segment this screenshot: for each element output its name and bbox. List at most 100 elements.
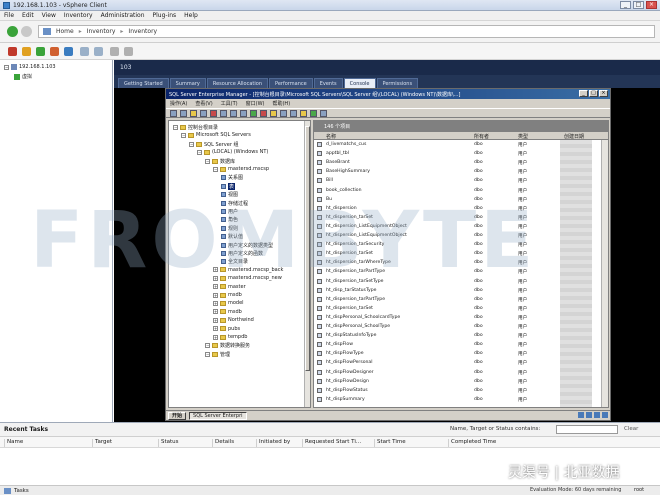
- home-icon[interactable]: [43, 28, 51, 35]
- expand-icon[interactable]: −: [181, 132, 186, 138]
- expand-icon[interactable]: +: [213, 284, 218, 290]
- tab-console[interactable]: Console: [343, 78, 376, 88]
- table-row[interactable]: ht_dispPersonal_SchoolType dbo 用户: [314, 323, 602, 331]
- menu-inventory[interactable]: Inventory: [64, 12, 93, 19]
- close-button[interactable]: ×: [646, 1, 657, 9]
- delete-icon[interactable]: [210, 109, 217, 117]
- clear-button[interactable]: Clear: [624, 426, 638, 432]
- tab-getting-started[interactable]: Getting Started: [118, 78, 169, 88]
- expand-icon[interactable]: +: [213, 334, 218, 340]
- maximize-button[interactable]: □: [633, 1, 644, 9]
- column-owner[interactable]: 所有者: [474, 133, 489, 140]
- new-table-icon[interactable]: [270, 109, 277, 117]
- migrate-icon[interactable]: [124, 47, 133, 56]
- tree-node[interactable]: + Northwind: [213, 317, 254, 323]
- power-on-icon[interactable]: [36, 47, 45, 56]
- sql-close-button[interactable]: ×: [599, 90, 608, 97]
- tray-security-icon[interactable]: [602, 412, 608, 418]
- table-row[interactable]: ht_dispersion_tarWhereType dbo 用户: [314, 259, 602, 267]
- back-button[interactable]: [7, 26, 18, 37]
- help-icon[interactable]: [320, 109, 327, 117]
- tree-node[interactable]: 用户定义的数据类型: [221, 242, 273, 249]
- tree-node[interactable]: + mastersd.mscsp_new: [213, 275, 282, 281]
- expand-icon[interactable]: −: [173, 125, 178, 130]
- tree-node[interactable]: 视图: [221, 191, 238, 198]
- menu-administration[interactable]: Administration: [101, 12, 145, 19]
- table-row[interactable]: ht_dispersion_tarSetType dbo 用户: [314, 278, 602, 286]
- tab-performance[interactable]: Performance: [269, 78, 313, 88]
- tray-sql-icon[interactable]: [586, 412, 592, 418]
- refresh-icon[interactable]: [230, 109, 237, 117]
- expand-icon[interactable]: −: [189, 141, 194, 147]
- sql-menu-tools[interactable]: 工具(T): [221, 100, 238, 107]
- table-row[interactable]: ht_dispFlowPersonal dbo 用户: [314, 359, 602, 367]
- expand-icon[interactable]: −: [197, 149, 202, 155]
- tree-node[interactable]: + mastersd.mscsp_back: [213, 267, 283, 273]
- sql-minimize-button[interactable]: _: [579, 90, 588, 97]
- tab-resource-allocation[interactable]: Resource Allocation: [206, 78, 269, 88]
- table-row[interactable]: Bill dbo 用户: [314, 177, 602, 185]
- tree-node[interactable]: − SQL Server 组: [189, 141, 238, 148]
- table-row[interactable]: apptbl_tbl dbo 用户: [314, 150, 602, 158]
- col-task-status[interactable]: Status: [158, 439, 179, 447]
- tree-host-node[interactable]: − 192.168.1.103: [4, 64, 56, 70]
- breadcrumb-home[interactable]: Home: [56, 28, 74, 35]
- table-row[interactable]: ht_dispSummary dbo 用户: [314, 396, 602, 404]
- tree-node[interactable]: + msdb: [213, 309, 242, 315]
- col-task-start[interactable]: Start Time: [374, 439, 406, 447]
- forward-icon[interactable]: [180, 109, 187, 117]
- tab-events[interactable]: Events: [313, 78, 343, 88]
- menu-view[interactable]: View: [42, 12, 56, 19]
- revert-icon[interactable]: [94, 47, 103, 56]
- expand-icon[interactable]: −: [205, 343, 210, 349]
- table-row[interactable]: ht_dispersion_ListEquipmentObject dbo 用户: [314, 223, 602, 231]
- tasks-button[interactable]: Tasks: [14, 488, 29, 494]
- tree-node[interactable]: 关系图: [221, 174, 243, 181]
- tree-node[interactable]: − mastersd.mscsp: [213, 166, 269, 172]
- tab-summary[interactable]: Summary: [169, 78, 206, 88]
- col-task-completed[interactable]: Completed Time: [448, 439, 496, 447]
- query-icon[interactable]: [280, 109, 287, 117]
- expand-icon[interactable]: −: [205, 158, 210, 164]
- column-name[interactable]: 名称: [326, 133, 336, 140]
- console-icon[interactable]: [110, 47, 119, 56]
- sql-menu-action[interactable]: 操作(A): [170, 100, 187, 107]
- table-row[interactable]: ht_dispStatusInfoType dbo 用户: [314, 332, 602, 340]
- new-login-icon[interactable]: [310, 109, 317, 117]
- tree-node[interactable]: 表: [221, 182, 236, 190]
- expand-icon[interactable]: +: [213, 300, 218, 306]
- col-task-initiated[interactable]: Initiated by: [256, 439, 290, 447]
- tree-node[interactable]: + model: [213, 300, 244, 306]
- col-task-details[interactable]: Details: [212, 439, 234, 447]
- table-row[interactable]: BaseHighSummary dbo 用户: [314, 168, 602, 176]
- menu-edit[interactable]: Edit: [22, 12, 34, 19]
- sql-object-tree[interactable]: − 控制台根目录 − Microsoft SQL Servers − SQL Server…: [168, 120, 311, 408]
- table-row[interactable]: ht_dispersion_tarSet dbo 用户: [314, 305, 602, 313]
- table-row[interactable]: ht_dispFlowStatus dbo 用户: [314, 387, 602, 395]
- column-type[interactable]: 类型: [518, 133, 528, 140]
- power-off-icon[interactable]: [8, 47, 17, 56]
- table-row[interactable]: ht_dispFlow dbo 用户: [314, 341, 602, 349]
- tray-volume-icon[interactable]: [594, 412, 600, 418]
- tree-node[interactable]: − 数据转换服务: [205, 342, 250, 349]
- tab-permissions[interactable]: Permissions: [376, 78, 419, 88]
- wizard-icon[interactable]: [290, 109, 297, 117]
- snapshot-icon[interactable]: [80, 47, 89, 56]
- forward-button[interactable]: [21, 26, 32, 37]
- table-row[interactable]: ht_disp_tarStatusType dbo 用户: [314, 287, 602, 295]
- expand-icon[interactable]: −: [213, 166, 218, 172]
- sql-maximize-button[interactable]: □: [589, 90, 598, 97]
- start-icon[interactable]: [250, 109, 257, 117]
- tree-node[interactable]: 存储过程: [221, 200, 248, 207]
- sql-table-list[interactable]: 146 个项目 名称 所有者 类型 创建日期 d_livematchs_cus d…: [313, 120, 609, 408]
- col-task-name[interactable]: Name: [4, 439, 23, 447]
- table-row[interactable]: d_livematchs_cus dbo 用户: [314, 141, 602, 149]
- minimize-button[interactable]: _: [620, 1, 631, 9]
- back-icon[interactable]: [170, 109, 177, 117]
- expand-icon[interactable]: +: [213, 267, 218, 273]
- expand-icon[interactable]: +: [213, 326, 218, 332]
- tree-scroll-thumb[interactable]: [305, 126, 310, 371]
- tree-node[interactable]: 默认值: [221, 233, 243, 240]
- table-row[interactable]: ht_dispFlowDesigner dbo 用户: [314, 369, 602, 377]
- tree-node[interactable]: + master: [213, 284, 246, 290]
